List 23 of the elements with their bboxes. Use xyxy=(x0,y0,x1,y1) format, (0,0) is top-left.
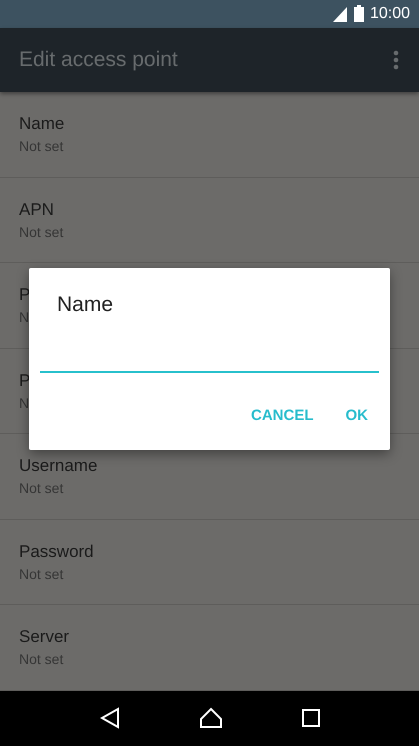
signal-icon xyxy=(332,6,348,22)
setting-value: Not set xyxy=(19,566,64,582)
setting-title: P xyxy=(19,370,30,391)
setting-title: APN xyxy=(19,200,54,220)
back-icon[interactable] xyxy=(100,707,120,730)
setting-title: Server xyxy=(19,627,70,648)
setting-value: Not set xyxy=(19,480,64,496)
dialog-title: Name xyxy=(57,293,114,317)
dialog-button[interactable]: OK xyxy=(334,399,379,432)
more-options-icon[interactable] xyxy=(393,50,399,70)
dialog-button[interactable]: CANCEL xyxy=(240,399,324,432)
battery-icon xyxy=(354,5,364,22)
app-bar-title: Edit access point xyxy=(19,48,178,72)
setting-title: Name xyxy=(19,114,64,134)
setting-title: Password xyxy=(19,542,94,562)
setting-value: Not set xyxy=(19,651,64,668)
status-time: 10:00 xyxy=(370,4,410,23)
home-icon[interactable] xyxy=(198,707,222,730)
setting-title: Username xyxy=(19,456,98,476)
setting-value: Not set xyxy=(19,138,64,154)
setting-title: P xyxy=(19,285,30,306)
recents-icon[interactable] xyxy=(302,709,320,728)
setting-value: Not set xyxy=(19,224,64,240)
